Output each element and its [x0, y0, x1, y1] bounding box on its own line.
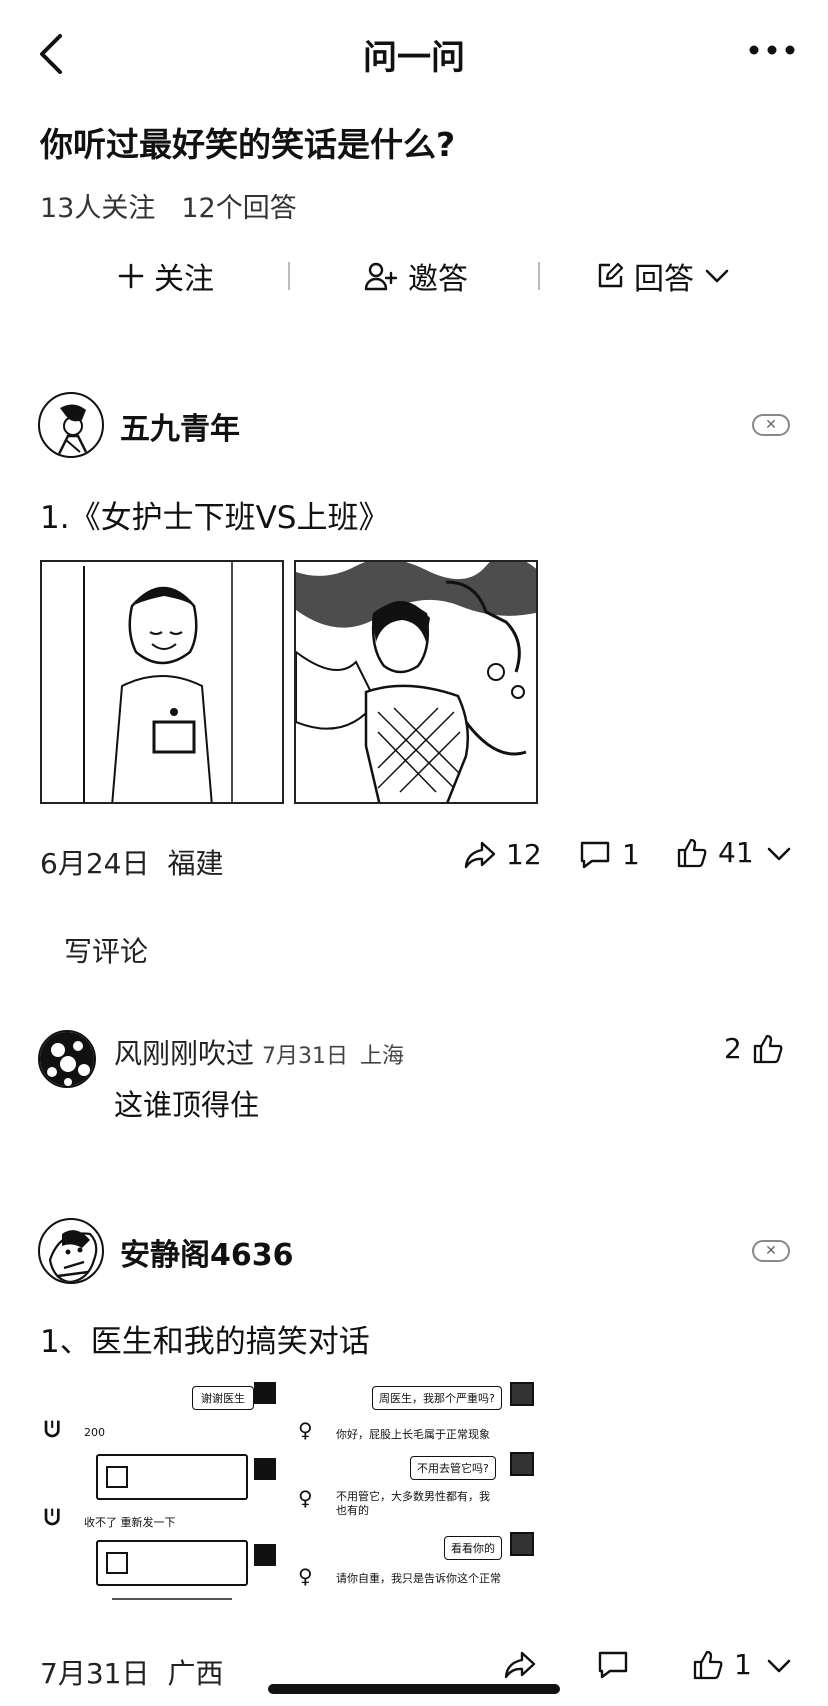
more-horizontal-icon[interactable]	[748, 38, 796, 62]
chat-avatar	[254, 1382, 276, 1404]
answer-image[interactable]: 谢谢医生 ᕫ 200 ᕫ 收不了 重新发一下	[40, 1374, 288, 1624]
divider	[538, 262, 540, 290]
doctor-avatar-icon: ♀	[298, 1486, 313, 1510]
chevron-down-icon[interactable]	[766, 1656, 792, 1676]
like-count: 1	[734, 1648, 752, 1681]
comment-button[interactable]: 1	[578, 838, 640, 871]
chat-bubble: 请你自重，我只是告诉你这个正常	[336, 1572, 501, 1585]
chat-card	[96, 1454, 248, 1500]
doctor-avatar-icon: ᕫ	[44, 1418, 61, 1443]
chat-bubble: 周医生，我那个严重吗?	[372, 1386, 502, 1410]
thumbs-up-icon	[677, 838, 707, 867]
like-button[interactable]: 41	[676, 836, 754, 869]
comment-like-button[interactable]: 2	[724, 1032, 784, 1065]
author-name[interactable]: 五九青年	[120, 404, 240, 448]
comment-like-count: 2	[724, 1032, 742, 1065]
comment-text: 这谁顶得住	[114, 1088, 260, 1122]
share-button[interactable]: 12	[464, 838, 542, 871]
dismiss-icon[interactable]: ✕	[752, 414, 790, 436]
thumbs-up-icon	[753, 1034, 783, 1063]
avatar[interactable]	[38, 1030, 96, 1088]
divider	[288, 262, 290, 290]
chat-bubble: 200	[84, 1426, 105, 1439]
invite-label: 邀答	[408, 262, 468, 297]
question-actions: 关注 邀答 回答	[0, 248, 828, 304]
dismiss-icon[interactable]: ✕	[752, 1240, 790, 1262]
write-comment-input[interactable]: 写评论	[64, 930, 148, 970]
answer-button[interactable]: 回答	[596, 248, 730, 304]
answer-image[interactable]: 周医生，我那个严重吗? ♀ 你好，屁股上长毛属于正常现象 不用去管它吗? ♀ 不…	[296, 1374, 542, 1624]
author-name[interactable]: 安静阁4636	[120, 1230, 294, 1274]
chat-bubble: 不用去管它吗?	[410, 1456, 496, 1480]
share-count: 12	[506, 838, 542, 871]
comment-user[interactable]: 风刚刚吹过	[114, 1032, 254, 1072]
answer-card[interactable]	[38, 392, 104, 458]
post-date: 7月31日	[40, 1657, 150, 1690]
chat-avatar	[254, 1544, 276, 1566]
chat-card	[96, 1540, 248, 1586]
answer-title[interactable]: 1.《女护士下班VS上班》	[40, 492, 389, 537]
chat-avatar	[510, 1532, 534, 1556]
answer-meta: 7月31日 广西	[40, 1652, 223, 1692]
question-stats: 13人关注 12个回答	[40, 186, 297, 225]
doctor-avatar-icon: ♀	[298, 1418, 313, 1442]
home-indicator[interactable]	[268, 1684, 560, 1694]
chevron-down-icon[interactable]	[766, 844, 792, 864]
follow-button[interactable]: 关注	[118, 248, 214, 304]
page-title: 问一问	[363, 38, 465, 78]
answer-image[interactable]	[40, 560, 284, 804]
thumbs-up-icon	[693, 1650, 723, 1679]
chat-avatar	[254, 1458, 276, 1480]
answer-image[interactable]	[294, 560, 538, 804]
add-user-icon	[364, 262, 398, 291]
comment-count: 1	[622, 838, 640, 871]
chevron-down-icon	[705, 269, 729, 283]
chat-bubble: 收不了 重新发一下	[84, 1516, 176, 1529]
comment-icon	[580, 841, 610, 868]
doctor-avatar-icon: ♀	[298, 1564, 313, 1588]
like-button[interactable]: 1	[692, 1648, 752, 1681]
chat-bubble: 谢谢医生	[192, 1386, 254, 1410]
chat-avatar	[510, 1452, 534, 1476]
edit-icon	[598, 262, 624, 288]
share-icon[interactable]	[504, 1650, 536, 1680]
chat-bubble: 你好，屁股上长毛属于正常现象	[336, 1428, 490, 1441]
answer-label: 回答	[634, 262, 694, 297]
answer-meta: 6月24日 福建	[40, 842, 223, 882]
divider	[112, 1598, 232, 1606]
chat-avatar	[510, 1382, 534, 1406]
comment-date: 7月31日	[262, 1044, 349, 1069]
question-title: 你听过最好笑的笑话是什么?	[40, 125, 456, 164]
post-location: 广西	[167, 1657, 224, 1690]
invite-button[interactable]: 邀答	[364, 248, 468, 304]
followers-count: 13人关注	[40, 193, 156, 224]
comment-location: 上海	[360, 1044, 405, 1069]
comment-icon[interactable]	[596, 1650, 630, 1680]
answer-title[interactable]: 1、医生和我的搞笑对话	[40, 1316, 370, 1361]
chat-bubble: 看看你的	[444, 1536, 502, 1560]
post-date: 6月24日	[40, 847, 150, 880]
chat-bubble: 不用管它，大多数男性都有，我也有的	[336, 1490, 490, 1517]
like-count: 41	[718, 836, 754, 869]
avatar[interactable]	[38, 1218, 104, 1284]
nav-bar: 问一问	[0, 0, 828, 100]
share-icon	[464, 841, 496, 868]
doctor-avatar-icon: ᕫ	[44, 1506, 61, 1531]
follow-label: 关注	[154, 262, 214, 297]
comment-header: 风刚刚吹过 7月31日 上海	[114, 1032, 404, 1072]
avatar[interactable]	[38, 392, 104, 458]
answers-count: 12个回答	[181, 193, 297, 224]
plus-icon	[118, 263, 144, 289]
post-location: 福建	[167, 847, 224, 880]
